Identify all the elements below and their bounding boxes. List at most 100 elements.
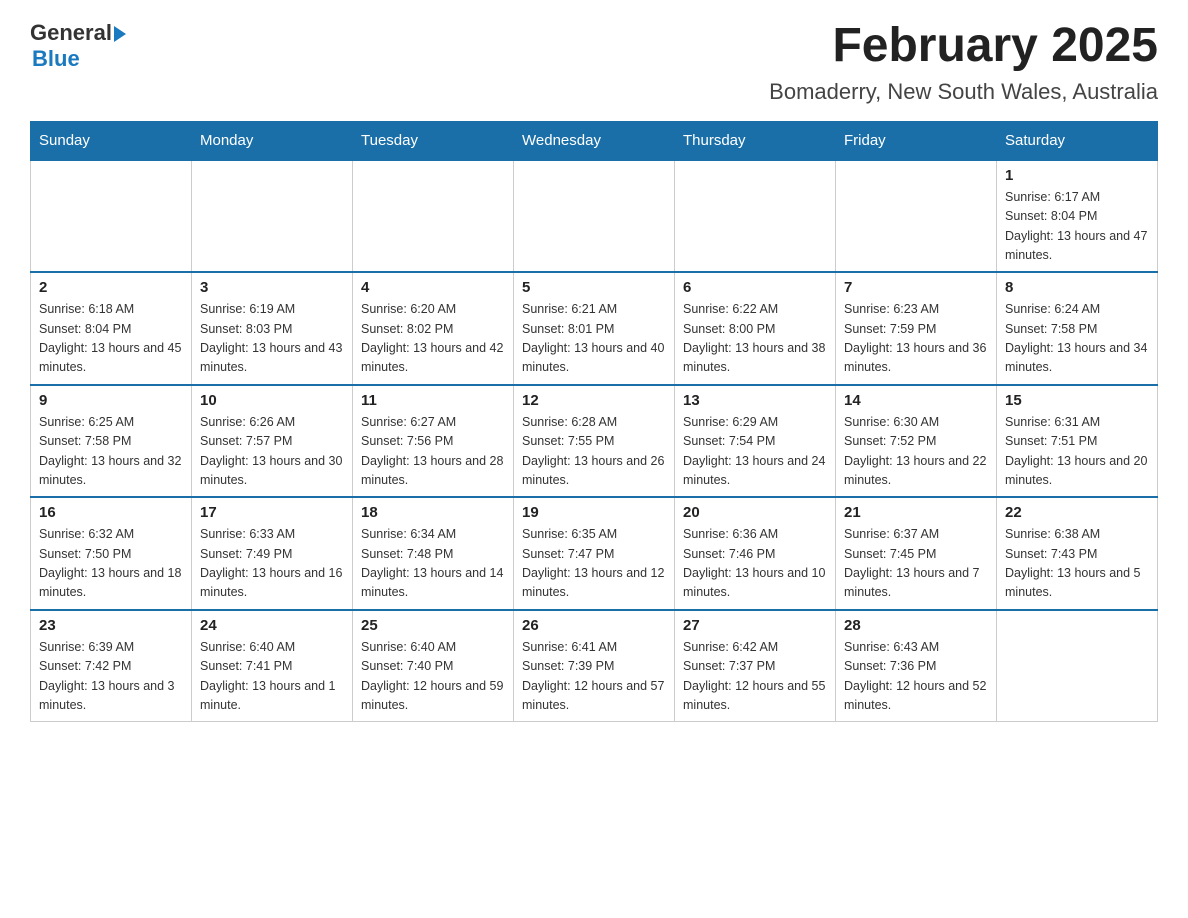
- day-info: Sunrise: 6:18 AMSunset: 8:04 PMDaylight:…: [39, 300, 183, 378]
- day-info: Sunrise: 6:33 AMSunset: 7:49 PMDaylight:…: [200, 525, 344, 603]
- day-info: Sunrise: 6:30 AMSunset: 7:52 PMDaylight:…: [844, 413, 988, 491]
- calendar-cell: 23Sunrise: 6:39 AMSunset: 7:42 PMDayligh…: [31, 610, 192, 722]
- day-info: Sunrise: 6:37 AMSunset: 7:45 PMDaylight:…: [844, 525, 988, 603]
- day-info: Sunrise: 6:40 AMSunset: 7:41 PMDaylight:…: [200, 638, 344, 716]
- day-number: 28: [844, 617, 988, 634]
- calendar-cell: 10Sunrise: 6:26 AMSunset: 7:57 PMDayligh…: [192, 385, 353, 498]
- calendar-cell: 14 Sunrise: 6:30 AMSunset: 7:52 PMDayligh…: [836, 385, 997, 498]
- week-row-5: 23Sunrise: 6:39 AMSunset: 7:42 PMDayligh…: [31, 610, 1158, 722]
- calendar-cell: 24 Sunrise: 6:40 AMSunset: 7:41 PMDayligh…: [192, 610, 353, 722]
- week-row-4: 16Sunrise: 6:32 AMSunset: 7:50 PMDayligh…: [31, 497, 1158, 610]
- day-number: 9: [39, 392, 183, 409]
- day-number: 10: [200, 392, 344, 409]
- day-header-saturday: Saturday: [997, 121, 1158, 160]
- day-info: Sunrise: 6:41 AMSunset: 7:39 PMDaylight:…: [522, 638, 666, 716]
- day-number: 18: [361, 504, 505, 521]
- day-info: Sunrise: 6:40 AMSunset: 7:40 PMDaylight:…: [361, 638, 505, 716]
- calendar-cell: [31, 160, 192, 273]
- logo: General Blue: [30, 20, 126, 72]
- day-number: 16: [39, 504, 183, 521]
- day-info: Sunrise: 6:35 AMSunset: 7:47 PMDaylight:…: [522, 525, 666, 603]
- day-number: 3: [200, 279, 344, 296]
- day-number: 27: [683, 617, 827, 634]
- day-header-monday: Monday: [192, 121, 353, 160]
- calendar-cell: 8 Sunrise: 6:24 AMSunset: 7:58 PMDaylight…: [997, 272, 1158, 385]
- day-number: 8: [1005, 279, 1149, 296]
- day-number: 24: [200, 617, 344, 634]
- calendar-cell: 5 Sunrise: 6:21 AMSunset: 8:01 PMDaylight…: [514, 272, 675, 385]
- day-number: 7: [844, 279, 988, 296]
- calendar-cell: 4 Sunrise: 6:20 AMSunset: 8:02 PMDaylight…: [353, 272, 514, 385]
- calendar-cell: 17 Sunrise: 6:33 AMSunset: 7:49 PMDayligh…: [192, 497, 353, 610]
- day-info: Sunrise: 6:34 AMSunset: 7:48 PMDaylight:…: [361, 525, 505, 603]
- day-number: 26: [522, 617, 666, 634]
- day-header-thursday: Thursday: [675, 121, 836, 160]
- day-number: 13: [683, 392, 827, 409]
- day-number: 22: [1005, 504, 1149, 521]
- day-number: 4: [361, 279, 505, 296]
- calendar-cell: 1Sunrise: 6:17 AMSunset: 8:04 PMDaylight…: [997, 160, 1158, 273]
- day-info: Sunrise: 6:39 AMSunset: 7:42 PMDaylight:…: [39, 638, 183, 716]
- calendar-cell: 9 Sunrise: 6:25 AMSunset: 7:58 PMDaylight…: [31, 385, 192, 498]
- day-header-sunday: Sunday: [31, 121, 192, 160]
- day-number: 25: [361, 617, 505, 634]
- day-info: Sunrise: 6:43 AMSunset: 7:36 PMDaylight:…: [844, 638, 988, 716]
- calendar-cell: [514, 160, 675, 273]
- calendar-cell: 7 Sunrise: 6:23 AMSunset: 7:59 PMDaylight…: [836, 272, 997, 385]
- day-info: Sunrise: 6:28 AMSunset: 7:55 PMDaylight:…: [522, 413, 666, 491]
- day-number: 12: [522, 392, 666, 409]
- day-info: Sunrise: 6:20 AMSunset: 8:02 PMDaylight:…: [361, 300, 505, 378]
- day-number: 14: [844, 392, 988, 409]
- week-row-2: 2 Sunrise: 6:18 AMSunset: 8:04 PMDaylight…: [31, 272, 1158, 385]
- day-number: 21: [844, 504, 988, 521]
- header: General Blue February 2025 Bomaderry, Ne…: [30, 20, 1158, 105]
- day-number: 20: [683, 504, 827, 521]
- calendar-cell: 27 Sunrise: 6:42 AMSunset: 7:37 PMDayligh…: [675, 610, 836, 722]
- calendar-cell: 12 Sunrise: 6:28 AMSunset: 7:55 PMDayligh…: [514, 385, 675, 498]
- calendar-cell: 15 Sunrise: 6:31 AMSunset: 7:51 PMDayligh…: [997, 385, 1158, 498]
- day-info: Sunrise: 6:24 AMSunset: 7:58 PMDaylight:…: [1005, 300, 1149, 378]
- calendar-cell: 18 Sunrise: 6:34 AMSunset: 7:48 PMDayligh…: [353, 497, 514, 610]
- day-info: Sunrise: 6:22 AMSunset: 8:00 PMDaylight:…: [683, 300, 827, 378]
- day-number: 19: [522, 504, 666, 521]
- day-info: Sunrise: 6:21 AMSunset: 8:01 PMDaylight:…: [522, 300, 666, 378]
- calendar-cell: 6 Sunrise: 6:22 AMSunset: 8:00 PMDaylight…: [675, 272, 836, 385]
- calendar-cell: 25 Sunrise: 6:40 AMSunset: 7:40 PMDayligh…: [353, 610, 514, 722]
- logo-blue: Blue: [32, 46, 80, 72]
- calendar-cell: 2 Sunrise: 6:18 AMSunset: 8:04 PMDaylight…: [31, 272, 192, 385]
- day-number: 1: [1005, 167, 1149, 184]
- week-row-1: 1Sunrise: 6:17 AMSunset: 8:04 PMDaylight…: [31, 160, 1158, 273]
- day-info: Sunrise: 6:23 AMSunset: 7:59 PMDaylight:…: [844, 300, 988, 378]
- calendar-cell: 22 Sunrise: 6:38 AMSunset: 7:43 PMDayligh…: [997, 497, 1158, 610]
- calendar-cell: [675, 160, 836, 273]
- day-number: 17: [200, 504, 344, 521]
- day-info: Sunrise: 6:31 AMSunset: 7:51 PMDaylight:…: [1005, 413, 1149, 491]
- logo-general: General: [30, 20, 112, 46]
- location-title: Bomaderry, New South Wales, Australia: [769, 79, 1158, 105]
- day-info: Sunrise: 6:38 AMSunset: 7:43 PMDaylight:…: [1005, 525, 1149, 603]
- calendar-cell: 16Sunrise: 6:32 AMSunset: 7:50 PMDayligh…: [31, 497, 192, 610]
- calendar-table: SundayMondayTuesdayWednesdayThursdayFrid…: [30, 121, 1158, 723]
- calendar-cell: 13 Sunrise: 6:29 AMSunset: 7:54 PMDayligh…: [675, 385, 836, 498]
- logo-arrow-icon: [114, 26, 126, 42]
- day-number: 6: [683, 279, 827, 296]
- day-info: Sunrise: 6:25 AMSunset: 7:58 PMDaylight:…: [39, 413, 183, 491]
- day-number: 11: [361, 392, 505, 409]
- calendar-cell: 28 Sunrise: 6:43 AMSunset: 7:36 PMDayligh…: [836, 610, 997, 722]
- calendar-cell: [192, 160, 353, 273]
- day-info: Sunrise: 6:29 AMSunset: 7:54 PMDaylight:…: [683, 413, 827, 491]
- day-number: 2: [39, 279, 183, 296]
- day-number: 5: [522, 279, 666, 296]
- week-row-3: 9 Sunrise: 6:25 AMSunset: 7:58 PMDaylight…: [31, 385, 1158, 498]
- calendar-cell: 11Sunrise: 6:27 AMSunset: 7:56 PMDayligh…: [353, 385, 514, 498]
- calendar-header-row: SundayMondayTuesdayWednesdayThursdayFrid…: [31, 121, 1158, 160]
- day-info: Sunrise: 6:42 AMSunset: 7:37 PMDaylight:…: [683, 638, 827, 716]
- day-info: Sunrise: 6:19 AMSunset: 8:03 PMDaylight:…: [200, 300, 344, 378]
- calendar-cell: 3 Sunrise: 6:19 AMSunset: 8:03 PMDaylight…: [192, 272, 353, 385]
- calendar-cell: 20 Sunrise: 6:36 AMSunset: 7:46 PMDayligh…: [675, 497, 836, 610]
- day-header-friday: Friday: [836, 121, 997, 160]
- day-number: 15: [1005, 392, 1149, 409]
- day-header-tuesday: Tuesday: [353, 121, 514, 160]
- title-area: February 2025 Bomaderry, New South Wales…: [769, 20, 1158, 105]
- day-info: Sunrise: 6:36 AMSunset: 7:46 PMDaylight:…: [683, 525, 827, 603]
